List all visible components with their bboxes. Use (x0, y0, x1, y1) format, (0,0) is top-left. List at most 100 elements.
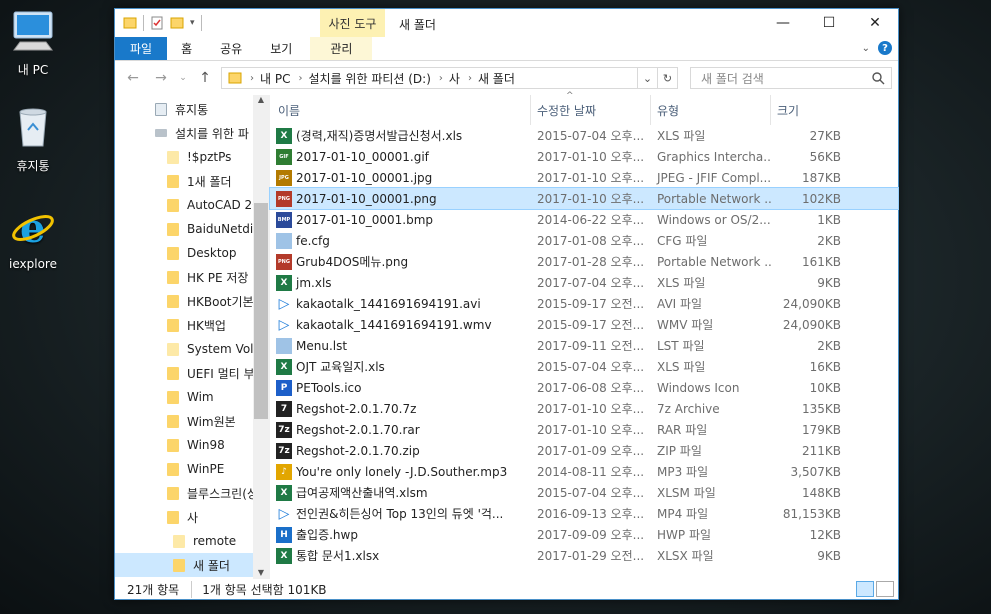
properties-icon[interactable] (150, 16, 164, 30)
large-icons-view-icon[interactable] (876, 581, 894, 597)
breadcrumb-sa[interactable]: 사 (449, 70, 460, 87)
nav-item[interactable]: HK PE 저장 (115, 265, 269, 289)
nav-item[interactable]: 블루스크린(싱 (115, 481, 269, 505)
nav-item[interactable]: remote (115, 529, 269, 553)
file-row[interactable]: X OJT 교육일지.xls 2015-07-04 오후... XLS 파일 16KB (270, 356, 898, 377)
nav-item[interactable]: !$pztPs (115, 145, 269, 169)
minimize-button[interactable]: — (760, 9, 806, 37)
file-name-cell: 7z Regshot-2.0.1.70.zip (270, 442, 531, 459)
breadcrumb-drive-d[interactable]: 설치를 위한 파티션 (D:) (308, 70, 430, 87)
file-row[interactable]: GIF 2017-01-10_00001.gif 2017-01-10 오후... G… (270, 146, 898, 167)
nav-item[interactable]: 새 폴더 (115, 553, 269, 577)
file-name: kakaotalk_1441691694191.wmv (296, 317, 492, 332)
breadcrumb-separator-icon[interactable]: › (468, 73, 472, 84)
tab-file[interactable]: 파일 (115, 37, 168, 60)
file-row[interactable]: PNG 2017-01-10_00001.png 2017-01-10 오후... P… (269, 187, 899, 210)
nav-item[interactable]: BaiduNetdisk (115, 217, 269, 241)
file-row[interactable]: JPG 2017-01-10_00001.jpg 2017-01-10 오후... J… (270, 167, 898, 188)
navigation-pane[interactable]: 휴지통 설치를 위한 파 !$pztPs 1새 폴더 AutoCAD 20 BaiduNe… (115, 95, 270, 579)
column-size[interactable]: 크기 (771, 95, 849, 125)
nav-item-label: WinPE (187, 462, 225, 476)
nav-item-label: !$pztPs (187, 150, 232, 164)
search-input[interactable]: 새 폴더 검색 (690, 67, 892, 89)
file-row[interactable]: fe.cfg 2017-01-08 오후... CFG 파일 2KB (270, 230, 898, 251)
column-type[interactable]: 유형 (651, 95, 771, 125)
file-row[interactable]: PNG Grub4DOS메뉴.png 2017-01-28 오후... Portabl… (270, 251, 898, 272)
picture-tools-context-tab[interactable]: 사진 도구 (320, 9, 385, 37)
file-row[interactable]: ▷ kakaotalk_1441691694191.wmv 2015-09-17 오… (270, 314, 898, 335)
expand-ribbon-icon[interactable]: ⌄ (862, 43, 870, 54)
breadcrumb-my-pc[interactable]: 내 PC (260, 70, 290, 87)
audio-file-icon: ♪ (276, 463, 292, 480)
nav-item-label: Wim원본 (187, 414, 236, 429)
nav-item[interactable]: HKBoot기본 (115, 289, 269, 313)
new-folder-icon[interactable] (170, 16, 184, 30)
nav-item[interactable]: 설치를 위한 파 (115, 121, 269, 145)
tab-manage[interactable]: 관리 (310, 37, 373, 60)
breadcrumb-separator-icon[interactable]: › (439, 73, 443, 84)
address-bar[interactable]: › 내 PC › 설치를 위한 파티션 (D:) › 사 › 새 폴더 ⌄ ↻ (221, 67, 678, 89)
column-date[interactable]: 수정한 날짜 (531, 95, 651, 125)
breadcrumb-new-folder[interactable]: 새 폴더 (478, 70, 515, 87)
forward-icon[interactable]: → (149, 70, 173, 86)
tab-share[interactable]: 공유 (206, 37, 256, 60)
file-row[interactable]: P PETools.ico 2017-06-08 오후... Windows Icon… (270, 377, 898, 398)
nav-item[interactable]: Desktop (115, 241, 269, 265)
maximize-button[interactable]: ☐ (806, 9, 852, 37)
file-row[interactable]: ♪ You're only lonely -J.D.Souther.mp3 2014… (270, 461, 898, 482)
nav-item[interactable]: Win98 (115, 433, 269, 457)
nav-item[interactable]: 사 (115, 505, 269, 529)
tab-view[interactable]: 보기 (256, 37, 306, 60)
up-icon[interactable]: ↑ (193, 70, 217, 86)
nav-item[interactable]: System Volu (115, 337, 269, 361)
nav-item[interactable]: Wim원본 (115, 409, 269, 433)
file-row[interactable]: 7z Regshot-2.0.1.70.rar 2017-01-10 오후... RA… (270, 419, 898, 440)
nav-item[interactable]: WinPE (115, 457, 269, 481)
qat-dropdown-icon[interactable]: ▾ (190, 18, 195, 28)
file-row[interactable]: X 급여공제액산출내역.xlsm 2015-07-04 오후... XLSM 파일 14… (270, 482, 898, 503)
nav-scrollbar[interactable]: ▲ ▼ (253, 95, 269, 579)
recent-dropdown-icon[interactable]: ⌄ (177, 73, 189, 83)
nav-item[interactable]: AutoCAD 20 (115, 193, 269, 217)
file-row[interactable]: 7z Regshot-2.0.1.70.zip 2017-01-09 오후... ZI… (270, 440, 898, 461)
nav-item-label: 새 폴더 (193, 558, 230, 573)
desktop-icon-my-pc[interactable]: 내 PC (0, 8, 68, 78)
nav-item[interactable]: HK백업 (115, 313, 269, 337)
file-row[interactable]: Xjm.xls 2017-07-04 오후... XLS 파일 9KB (270, 272, 898, 293)
help-icon[interactable]: ? (878, 41, 892, 55)
file-row[interactable]: BMP 2017-01-10_0001.bmp 2014-06-22 오후... Wi… (270, 209, 898, 230)
nav-item[interactable]: 1새 폴더 (115, 169, 269, 193)
file-row[interactable]: ▷ 전인권&히든싱어 Top 13인의 듀엣 '걱... 2016-09-13 오후… (270, 503, 898, 524)
breadcrumb-separator-icon[interactable]: › (250, 73, 254, 84)
file-row[interactable]: Menu.lst 2017-09-11 오전... LST 파일 2KB (270, 335, 898, 356)
scroll-up-icon[interactable]: ▲ (253, 95, 269, 104)
window-controls: — ☐ ✕ (760, 9, 898, 37)
file-type: Portable Network ... (657, 254, 771, 269)
file-type: Windows Icon (657, 380, 740, 395)
file-size: 24,090KB (782, 296, 841, 311)
scroll-down-icon[interactable]: ▼ (253, 568, 269, 577)
file-type: LST 파일 (657, 339, 705, 353)
close-button[interactable]: ✕ (852, 9, 898, 37)
details-view-icon[interactable] (856, 581, 874, 597)
file-row[interactable]: 7 Regshot-2.0.1.70.7z 2017-01-10 오후... 7z A… (270, 398, 898, 419)
nav-scroll-thumb[interactable] (254, 203, 268, 419)
address-dropdown-icon[interactable]: ⌄ (637, 68, 657, 88)
file-type: Portable Network ... (657, 191, 771, 206)
file-row[interactable]: H 출입증.hwp 2017-09-09 오후... HWP 파일 12KB (270, 524, 898, 545)
column-name[interactable]: 이름 (270, 95, 531, 125)
file-row[interactable]: X 통합 문서1.xlsx 2017-01-29 오전... XLSX 파일 9KB (270, 545, 898, 566)
file-row[interactable]: X (경력,재직)증명서발급신청서.xls 2015-07-04 오후... XLS … (270, 125, 898, 146)
back-icon[interactable]: ← (121, 70, 145, 86)
nav-item[interactable]: Wim (115, 385, 269, 409)
desktop-icon-recycle-bin[interactable]: 휴지통 (0, 104, 68, 174)
nav-item[interactable]: UEFI 멀티 부 (115, 361, 269, 385)
tab-home[interactable]: 홈 (167, 37, 206, 60)
desktop-icon-iexplore[interactable]: e iexplore (0, 204, 68, 271)
file-name-cell: ▷ kakaotalk_1441691694191.avi (270, 296, 531, 312)
video-file-icon: ▷ (278, 316, 290, 333)
file-row[interactable]: ▷ kakaotalk_1441691694191.avi 2015-09-17 오… (270, 293, 898, 314)
breadcrumb-separator-icon[interactable]: › (298, 73, 302, 84)
nav-item[interactable]: 휴지통 (115, 97, 269, 121)
refresh-icon[interactable]: ↻ (657, 68, 677, 88)
